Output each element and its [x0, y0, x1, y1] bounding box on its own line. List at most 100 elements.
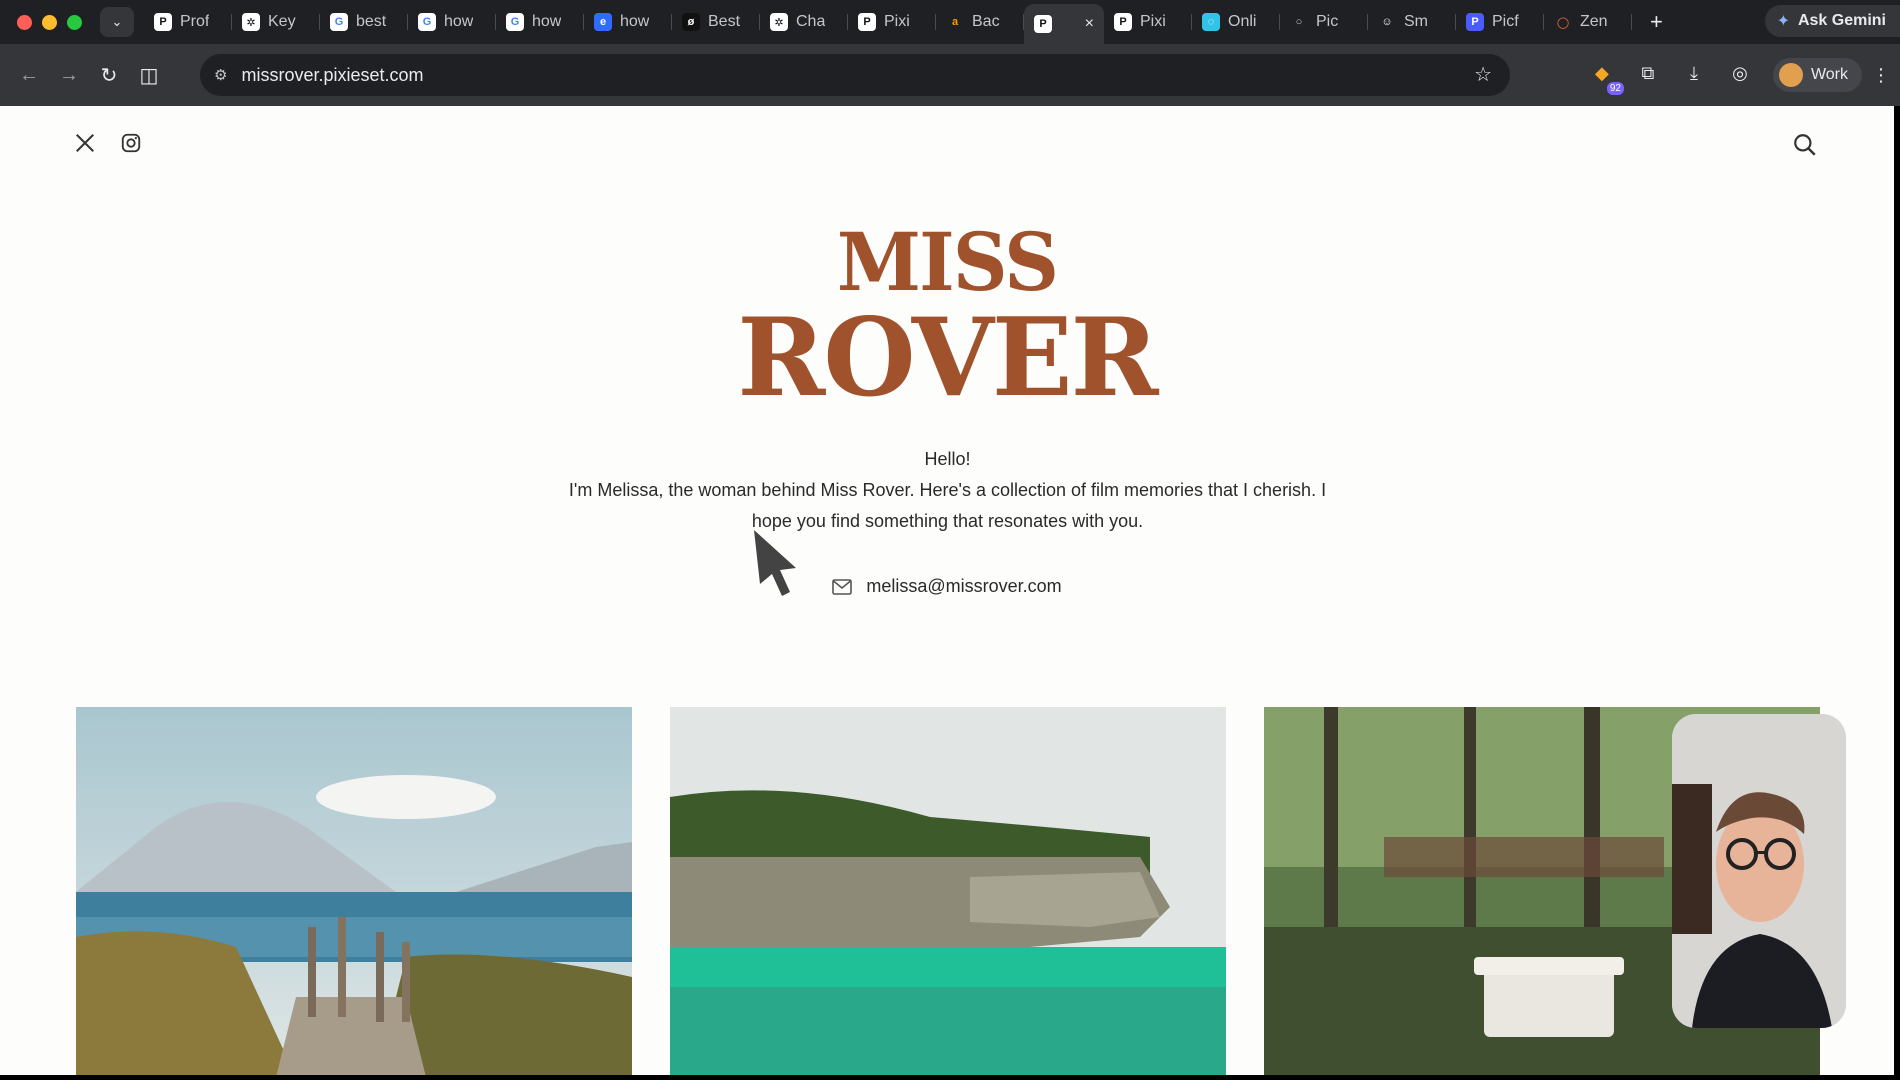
zoom-window-button[interactable] [67, 14, 82, 30]
bookmark-star-icon[interactable]: ☆ [1474, 62, 1492, 87]
split-view-icon: ◫ [139, 64, 159, 87]
pixieset-icon: P [858, 13, 876, 31]
tab-1[interactable]: ✲ Key [232, 4, 320, 40]
gallery-photo-cliffs[interactable] [670, 707, 1226, 1075]
profile-button[interactable]: Work [1772, 58, 1862, 92]
puzzle-icon: ⧉ [1641, 63, 1655, 83]
x-twitter-icon[interactable] [74, 132, 96, 154]
tab-15[interactable]: P Picf [1456, 4, 1544, 40]
avatar [1778, 63, 1803, 87]
amazon-icon: a [946, 13, 964, 31]
tab-title: Zen [1580, 13, 1608, 30]
pic-icon: ○ [1290, 13, 1308, 31]
tab-title: Onli [1228, 13, 1257, 30]
tab-search-button[interactable]: ⌄ [100, 7, 134, 37]
mouse-cursor-icon [754, 530, 796, 596]
tab-4[interactable]: Ghow [496, 4, 584, 40]
tab-strip: ⌄ P Prof ✲ Key Gbest Ghow Ghow e how ø Best ✲ Cha P Pi… [0, 0, 1900, 44]
tab-title: how [444, 13, 474, 30]
address-bar[interactable]: ⚙ missrover.pixieset.com ☆ [200, 54, 1510, 96]
pixieset-icon: P [154, 13, 172, 31]
intro-paragraph: I'm Melissa, the woman behind Miss Rover… [568, 480, 1327, 531]
email-link[interactable]: melissa@missrover.com [866, 576, 1061, 597]
forward-button[interactable]: → [58, 64, 80, 87]
extension-button[interactable]: ◆ 92 [1590, 63, 1624, 95]
picflow-icon: P [1466, 13, 1484, 31]
tab-8[interactable]: P Pixi [848, 4, 936, 40]
browser-chrome: ⌄ P Prof ✲ Key Gbest Ghow Ghow e how ø Best ✲ Cha P Pi… [0, 0, 1900, 106]
tab-title: Cha [796, 13, 826, 30]
tab-title: Sm [1404, 13, 1428, 30]
tab-5[interactable]: e how [584, 4, 672, 40]
new-tab-button[interactable]: + [1650, 9, 1663, 35]
download-icon: ⤓ [1689, 63, 1698, 83]
online-icon: ◌ [1202, 13, 1220, 31]
ask-gemini-button[interactable]: ✦ Ask Gemini [1764, 5, 1900, 37]
site-logo-line2[interactable]: ROVER [19, 304, 1875, 412]
webcam-overlay [1672, 714, 1846, 1028]
edge-icon: e [594, 13, 612, 31]
tab-2[interactable]: Gbest [320, 4, 408, 40]
profile-label: Work [1810, 66, 1848, 83]
tab-12[interactable]: ◌ Onli [1192, 4, 1280, 40]
minimize-window-button[interactable] [42, 14, 57, 30]
tab-title: how [532, 13, 562, 30]
extension-badge: 92 [1606, 82, 1624, 95]
tab-11[interactable]: P Pixi [1104, 4, 1192, 40]
tab-title: Prof [180, 13, 210, 30]
tab-title: how [620, 13, 650, 30]
back-button[interactable]: ← [18, 64, 40, 87]
reload-button[interactable]: ↻ [98, 63, 120, 88]
tab-13[interactable]: ○ Pic [1280, 4, 1368, 40]
greeting: Hello! [924, 449, 971, 469]
tab-title: Bac [972, 13, 1000, 30]
google-icon: G [330, 13, 348, 31]
gallery-photo-lake-dock[interactable] [76, 707, 632, 1075]
zen-icon: ◯ [1554, 13, 1572, 31]
close-window-button[interactable] [17, 14, 32, 30]
tab-10[interactable]: P × [1024, 4, 1104, 44]
tab-title: Pic [1316, 13, 1339, 30]
camera-lens-icon: ◎ [1732, 63, 1748, 83]
tab-3[interactable]: Ghow [408, 4, 496, 40]
tab-title: Pixi [884, 13, 910, 30]
tab-9[interactable]: a Bac [936, 4, 1024, 40]
gemini-sparkle-icon: ✦ [1776, 13, 1790, 30]
site-logo-line1[interactable]: MISS [47, 222, 1846, 302]
split-view-button[interactable]: ◫ [138, 63, 160, 88]
tab-14[interactable]: ☺ Sm [1368, 4, 1456, 40]
chatgpt-icon: ✲ [770, 13, 788, 31]
search-icon[interactable] [1792, 132, 1818, 158]
instagram-icon[interactable] [120, 132, 142, 154]
toolbar-actions: ◆ 92 ⧉ ⤓ ◎ Work ⋮ [1579, 54, 1900, 96]
google-icon: G [418, 13, 436, 31]
arrow-right-icon: → [59, 63, 79, 86]
site-icon: ø [682, 13, 700, 31]
smile-icon: ☺ [1378, 13, 1396, 31]
tab-7[interactable]: ✲ Cha [760, 4, 848, 40]
pixieset-icon: P [1034, 15, 1052, 33]
screenshot-button[interactable]: ◎ [1728, 63, 1752, 87]
ask-gemini-label: Ask Gemini [1797, 12, 1886, 29]
downloads-button[interactable]: ⤓ [1682, 63, 1706, 87]
tab-0[interactable]: P Prof [144, 4, 232, 40]
tab-title: best [356, 13, 387, 30]
arrow-left-icon: ← [19, 63, 39, 86]
extensions-puzzle-button[interactable]: ⧉ [1636, 63, 1660, 87]
url-text[interactable]: missrover.pixieset.com [241, 65, 423, 86]
lake-dock-image [76, 707, 632, 1075]
tab-title: Key [268, 13, 296, 30]
reload-icon: ↻ [100, 64, 118, 87]
tab-6[interactable]: ø Best [672, 4, 760, 40]
more-vertical-icon: ⋮ [1872, 64, 1890, 85]
webpage: MISS ROVER Hello! I'm Melissa, the woman… [0, 106, 1894, 1075]
envelope-icon [832, 578, 853, 595]
browser-menu-button[interactable]: ⋮ [1872, 65, 1890, 86]
site-settings-icon[interactable]: ⚙ [214, 66, 227, 84]
tab-16[interactable]: ◯ Zen [1544, 4, 1632, 40]
cliffs-image [670, 707, 1226, 1075]
contact-email[interactable]: melissa@missrover.com [0, 576, 1894, 597]
close-tab-icon[interactable]: × [1085, 15, 1094, 33]
tab-title: Pixi [1140, 13, 1166, 30]
window-controls [17, 14, 82, 30]
